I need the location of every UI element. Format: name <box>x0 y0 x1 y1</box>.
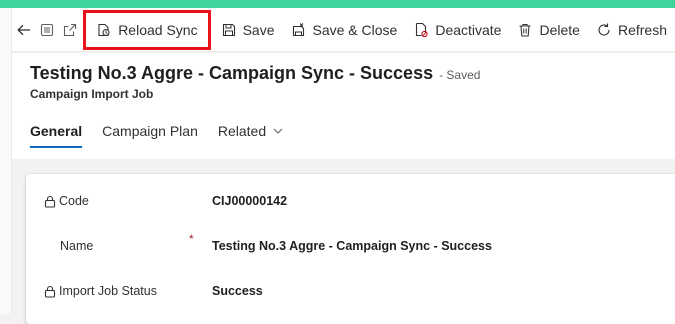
save-close-label: Save & Close <box>312 21 398 38</box>
refresh-icon <box>598 23 610 35</box>
entity-name: Campaign Import Job <box>30 87 154 101</box>
app-top-accent-bar <box>0 0 675 8</box>
required-marker: * <box>189 232 194 246</box>
save-label: Save <box>242 21 275 38</box>
popout-icon <box>63 23 76 36</box>
field-row-import-job-status: Import Job Status Success <box>26 279 675 303</box>
delete-label: Delete <box>539 21 580 38</box>
lock-icon <box>44 285 56 298</box>
record-header: Testing No.3 Aggre - Campaign Sync - Suc… <box>12 53 675 159</box>
refresh-label: Refresh <box>617 21 667 38</box>
import-job-status-value[interactable]: Success <box>212 284 263 298</box>
tab-general-label: General <box>30 123 83 139</box>
deactivate-label: Deactivate <box>435 21 502 38</box>
reload-sync-button[interactable]: Reload Sync <box>83 9 211 50</box>
code-value[interactable]: CIJ00000142 <box>212 194 287 208</box>
field-label-name: Name <box>60 239 93 253</box>
record-icon <box>40 23 53 36</box>
field-row-code: Code CIJ00000142 <box>26 189 675 213</box>
record-title: Testing No.3 Aggre - Campaign Sync - Suc… <box>30 63 434 83</box>
reload-sync-icon <box>98 23 110 36</box>
save-and-close-button[interactable]: Save & Close <box>283 12 406 48</box>
chevron-down-icon <box>273 128 283 134</box>
name-value[interactable]: Testing No.3 Aggre - Campaign Sync - Suc… <box>212 239 492 253</box>
reload-sync-label: Reload Sync <box>118 21 198 38</box>
field-row-name: Name * Testing No.3 Aggre - Campaign Syn… <box>26 232 675 258</box>
open-in-new-window-button[interactable] <box>58 12 81 48</box>
refresh-button[interactable]: Refresh <box>588 12 675 48</box>
lock-icon <box>44 195 56 208</box>
record-set-button[interactable] <box>35 12 58 48</box>
form-tabs: General Campaign Plan Related <box>30 123 304 148</box>
import-job-status-label: Import Job Status <box>59 284 157 298</box>
field-label-code: Code <box>44 194 89 208</box>
tab-general[interactable]: General <box>30 123 83 148</box>
trash-icon <box>519 23 531 37</box>
back-button[interactable] <box>12 12 35 48</box>
deactivate-button[interactable]: Deactivate <box>405 12 509 48</box>
record-title-row: Testing No.3 Aggre - Campaign Sync - Suc… <box>30 63 480 84</box>
code-label: Code <box>59 194 89 208</box>
deactivate-icon <box>416 22 428 37</box>
left-navigation-rail <box>0 8 12 314</box>
save-icon <box>222 23 235 36</box>
save-close-icon <box>292 22 304 36</box>
command-bar: Reload Sync Save Save & Close Deactivate… <box>12 8 675 52</box>
back-arrow-icon <box>16 24 30 35</box>
tab-related-label: Related <box>217 123 267 139</box>
tab-campaign-plan[interactable]: Campaign Plan <box>102 123 198 148</box>
delete-button[interactable]: Delete <box>509 12 587 48</box>
name-label: Name <box>60 239 94 253</box>
field-label-import-job-status: Import Job Status <box>44 284 157 298</box>
tab-campaign-plan-label: Campaign Plan <box>102 123 198 139</box>
general-section: Code CIJ00000142 Name * Testing No.3 Agg… <box>26 174 675 324</box>
save-status: - Saved <box>439 68 481 82</box>
save-button[interactable]: Save <box>213 12 283 48</box>
tab-related[interactable]: Related <box>218 123 284 148</box>
